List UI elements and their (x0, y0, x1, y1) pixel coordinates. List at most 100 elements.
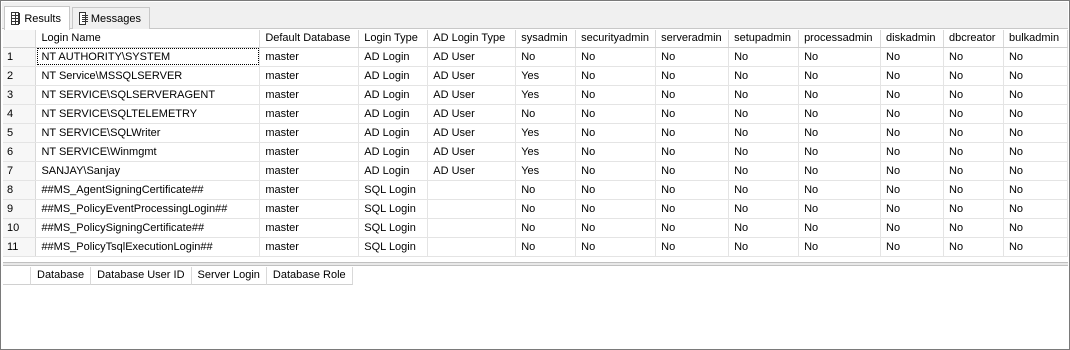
table-cell[interactable]: No (728, 199, 800, 219)
table-cell[interactable]: AD Login (358, 85, 429, 105)
table-cell[interactable]: No (1003, 180, 1068, 200)
table-cell[interactable]: master (259, 123, 360, 143)
table-cell[interactable]: No (728, 161, 800, 181)
table-cell[interactable]: No (880, 142, 944, 162)
table-cell[interactable]: No (655, 47, 730, 67)
table-cell[interactable]: No (1003, 47, 1068, 67)
table-cell[interactable]: NT SERVICE\SQLWriter (35, 123, 261, 143)
table-row[interactable]: 6 NT SERVICE\Winmgmt master AD Login AD User… (3, 142, 1068, 162)
table-cell[interactable]: No (880, 85, 944, 105)
table-cell[interactable]: No (798, 218, 882, 238)
table-cell[interactable]: master (259, 47, 360, 67)
table-cell[interactable]: No (943, 218, 1004, 238)
table-cell[interactable]: No (575, 123, 657, 143)
table-cell[interactable]: No (575, 199, 657, 219)
table-cell[interactable]: No (655, 142, 730, 162)
table-cell[interactable]: No (943, 142, 1004, 162)
table-cell[interactable]: No (728, 104, 800, 124)
column-header[interactable]: Database (31, 267, 92, 285)
table-cell[interactable]: No (515, 104, 577, 124)
table-cell[interactable]: No (575, 161, 657, 181)
table-row[interactable]: 1 NT AUTHORITY\SYSTEM master AD Login AD Use… (3, 47, 1068, 67)
table-cell[interactable]: No (798, 199, 882, 219)
table-cell[interactable]: AD Login (358, 123, 429, 143)
table-cell[interactable]: AD User (427, 85, 517, 105)
table-cell[interactable]: SQL Login (358, 237, 429, 257)
table-cell[interactable]: SQL Login (358, 199, 429, 219)
table-cell[interactable]: No (943, 237, 1004, 257)
table-cell[interactable]: AD User (427, 104, 517, 124)
row-number[interactable]: 9 (3, 199, 37, 219)
table-row[interactable]: 4 NT SERVICE\SQLTELEMETRY master AD Login AD… (3, 104, 1068, 124)
table-cell[interactable]: AD Login (358, 47, 429, 67)
table-cell[interactable] (427, 199, 517, 219)
table-cell[interactable]: No (728, 66, 800, 86)
table-cell[interactable]: No (575, 66, 657, 86)
table-cell[interactable]: NT Service\MSSQLSERVER (35, 66, 261, 86)
table-cell[interactable]: AD User (427, 123, 517, 143)
table-cell[interactable]: NT SERVICE\SQLTELEMETRY (35, 104, 261, 124)
table-cell[interactable]: No (515, 199, 577, 219)
table-cell[interactable] (427, 237, 517, 257)
table-cell[interactable]: No (798, 85, 882, 105)
row-number[interactable]: 3 (3, 85, 37, 105)
table-cell[interactable]: master (259, 104, 360, 124)
column-header[interactable]: Database User ID (91, 267, 192, 285)
tab-results[interactable]: Results (4, 6, 70, 30)
table-cell[interactable]: No (1003, 199, 1068, 219)
table-row[interactable]: 8 ##MS_AgentSigningCertificate## master SQL… (3, 180, 1068, 200)
column-header[interactable]: Default Database (259, 30, 360, 48)
table-cell[interactable]: No (943, 104, 1004, 124)
table-cell[interactable]: No (798, 66, 882, 86)
table-cell[interactable]: NT AUTHORITY\SYSTEM (35, 47, 261, 67)
table-cell[interactable]: SQL Login (358, 218, 429, 238)
table-cell[interactable]: master (259, 218, 360, 238)
column-header[interactable]: serveradmin (655, 30, 730, 48)
table-row[interactable]: 2 NT Service\MSSQLSERVER master AD Login AD … (3, 66, 1068, 86)
table-cell[interactable]: No (515, 47, 577, 67)
table-cell[interactable]: No (943, 161, 1004, 181)
table-cell[interactable]: No (943, 47, 1004, 67)
table-cell[interactable]: No (798, 104, 882, 124)
table-cell[interactable]: No (728, 47, 800, 67)
lower-corner-header[interactable] (3, 267, 31, 285)
table-cell[interactable]: No (728, 218, 800, 238)
table-cell[interactable]: No (880, 199, 944, 219)
table-cell[interactable]: Yes (515, 142, 577, 162)
table-cell[interactable]: No (943, 66, 1004, 86)
table-cell[interactable]: No (798, 47, 882, 67)
table-cell[interactable]: No (943, 123, 1004, 143)
table-cell[interactable]: No (515, 180, 577, 200)
table-cell[interactable]: No (655, 66, 730, 86)
table-cell[interactable]: ##MS_PolicyTsqlExecutionLogin## (35, 237, 261, 257)
table-cell[interactable]: No (655, 199, 730, 219)
row-number[interactable]: 11 (3, 237, 37, 257)
column-header[interactable]: sysadmin (515, 30, 577, 48)
table-cell[interactable]: No (728, 123, 800, 143)
column-header[interactable]: diskadmin (880, 30, 944, 48)
table-cell[interactable]: No (880, 161, 944, 181)
table-cell[interactable] (427, 218, 517, 238)
table-cell[interactable]: No (880, 237, 944, 257)
table-cell[interactable]: master (259, 237, 360, 257)
table-cell[interactable]: No (1003, 161, 1068, 181)
column-header[interactable]: AD Login Type (427, 30, 517, 48)
tab-messages[interactable]: Messages (72, 7, 150, 29)
row-number[interactable]: 7 (3, 161, 37, 181)
table-cell[interactable]: No (655, 104, 730, 124)
table-cell[interactable]: SANJAY\Sanjay (35, 161, 261, 181)
table-cell[interactable]: ##MS_PolicySigningCertificate## (35, 218, 261, 238)
table-cell[interactable]: AD User (427, 161, 517, 181)
table-cell[interactable]: No (655, 237, 730, 257)
table-cell[interactable]: No (880, 218, 944, 238)
table-cell[interactable]: master (259, 85, 360, 105)
row-number[interactable]: 4 (3, 104, 37, 124)
row-number[interactable]: 8 (3, 180, 37, 200)
table-cell[interactable]: No (798, 237, 882, 257)
table-cell[interactable]: No (798, 142, 882, 162)
table-cell[interactable]: No (575, 104, 657, 124)
table-cell[interactable]: SQL Login (358, 180, 429, 200)
table-cell[interactable]: master (259, 199, 360, 219)
table-cell[interactable]: No (798, 180, 882, 200)
table-cell[interactable]: No (1003, 142, 1068, 162)
